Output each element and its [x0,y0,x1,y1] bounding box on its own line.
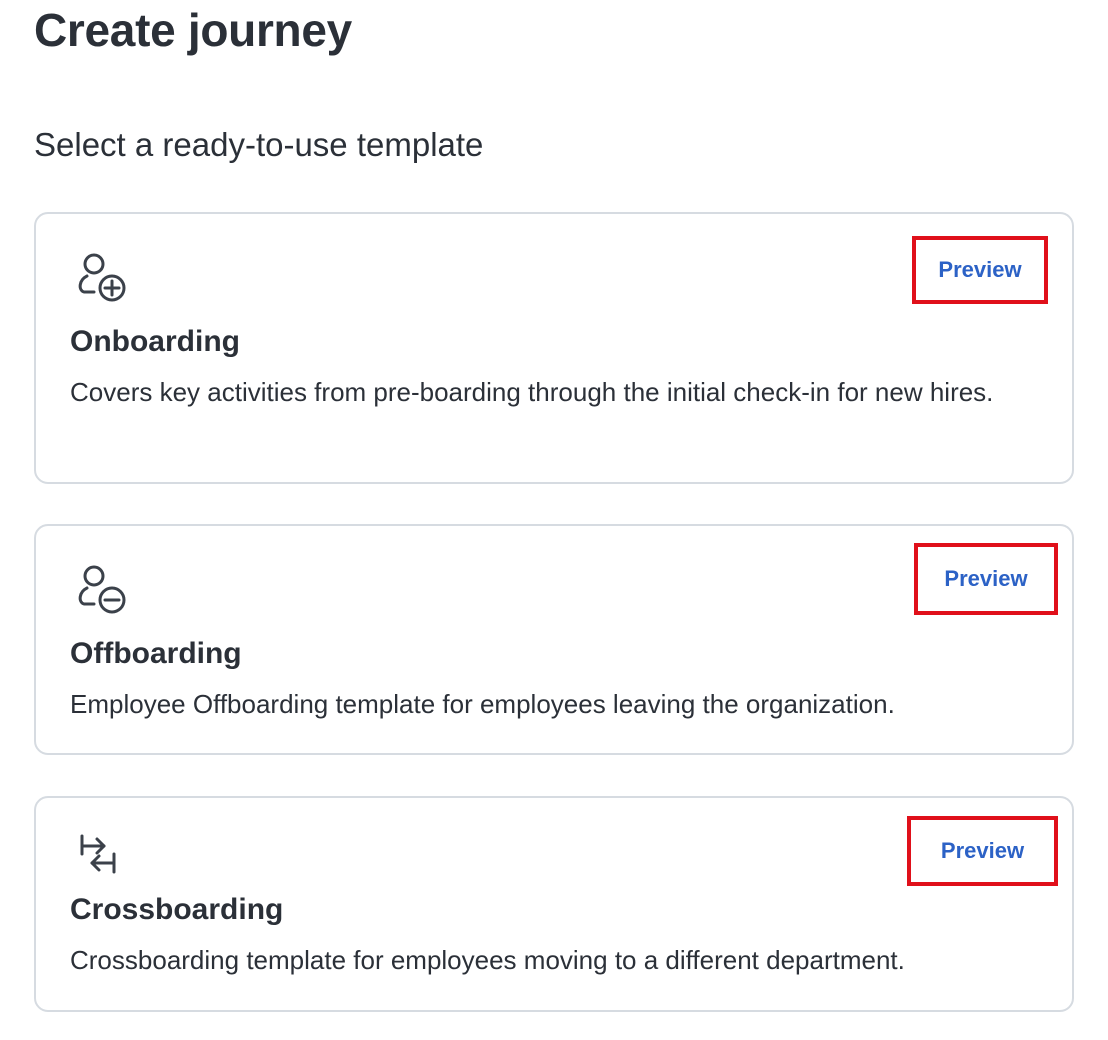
person-add-icon [74,250,130,306]
person-remove-icon [74,562,130,618]
template-description: Crossboarding template for employees mov… [70,945,905,975]
preview-button-crossboarding[interactable]: Preview [907,816,1058,886]
template-description: Covers key activities from pre-boarding … [70,377,994,407]
template-title: Crossboarding [70,893,284,926]
page-title: Create journey [34,4,352,56]
preview-button-offboarding[interactable]: Preview [914,543,1058,615]
template-description: Employee Offboarding template for employ… [70,689,895,719]
template-title: Onboarding [70,325,240,358]
transfer-arrows-icon [74,830,130,886]
page-subtitle: Select a ready-to-use template [34,126,484,163]
template-title: Offboarding [70,637,242,670]
template-card-crossboarding[interactable]: Crossboarding Crossboarding template for… [34,796,1074,1012]
preview-button-onboarding[interactable]: Preview [912,236,1048,304]
template-card-onboarding[interactable]: Onboarding Covers key activities from pr… [34,212,1074,484]
template-card-offboarding[interactable]: Offboarding Employee Offboarding templat… [34,524,1074,755]
